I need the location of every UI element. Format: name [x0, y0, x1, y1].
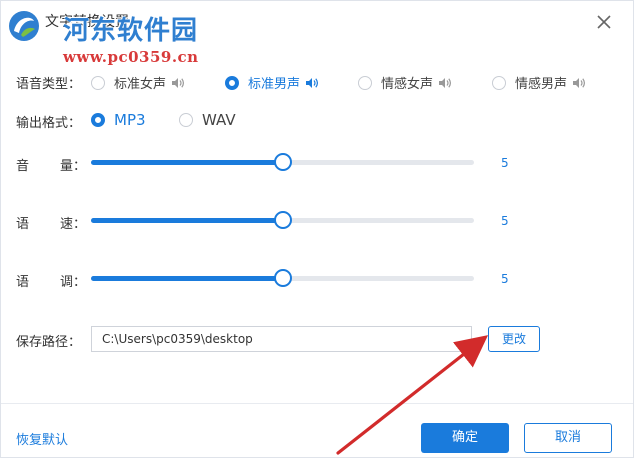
pitch-label-suffix: 调： — [60, 275, 87, 290]
pitch-value: 5 — [501, 272, 509, 286]
slider-fill — [91, 160, 283, 165]
slider-fill — [91, 218, 283, 223]
close-icon — [597, 15, 611, 29]
voice-option-emotional-male[interactable]: 情感男声 — [492, 73, 586, 92]
speed-label-suffix: 速： — [60, 217, 87, 232]
voice-option-label: 情感女声 — [381, 77, 434, 92]
format-option-label: WAV — [202, 111, 236, 129]
annotation-arrow — [336, 335, 489, 455]
speaker-icon — [439, 77, 452, 88]
format-option-wav[interactable]: WAV — [179, 111, 236, 129]
footer-divider — [1, 403, 633, 404]
format-option-mp3[interactable]: MP3 — [91, 111, 146, 129]
radio-indicator — [91, 113, 105, 127]
voice-option-emotional-female[interactable]: 情感女声 — [358, 73, 452, 92]
close-button[interactable] — [593, 11, 615, 33]
restore-defaults-link[interactable]: 恢复默认 — [16, 429, 68, 448]
save-path-label: 保存路径： — [16, 335, 82, 350]
speed-slider[interactable] — [91, 211, 474, 229]
radio-indicator — [91, 75, 105, 90]
change-path-button[interactable]: 更改 — [488, 326, 540, 352]
pitch-label-char: 语 — [16, 275, 30, 290]
voice-type-label: 语音类型： — [16, 77, 82, 92]
save-path-input[interactable]: C:\Users\pc0359\desktop — [91, 326, 472, 352]
cancel-button[interactable]: 取消 — [524, 423, 612, 453]
site-logo-icon — [9, 11, 39, 41]
ok-button[interactable]: 确定 — [421, 423, 509, 453]
slider-thumb[interactable] — [273, 153, 292, 171]
speed-value: 5 — [501, 214, 509, 228]
voice-settings-dialog: 文字转换设置 河东软件园 www.pc0359.cn 语音类型： 标准女声 标准… — [0, 0, 634, 458]
voice-option-label: 标准女声 — [114, 77, 167, 92]
voice-option-standard-female[interactable]: 标准女声 — [91, 73, 185, 92]
speed-label-char: 语 — [16, 217, 30, 232]
volume-slider[interactable] — [91, 153, 474, 171]
slider-fill — [91, 276, 283, 281]
radio-indicator — [492, 75, 506, 90]
watermark-site-url: www.pc0359.cn — [63, 48, 199, 66]
speaker-icon — [573, 77, 586, 88]
output-format-label: 输出格式： — [16, 116, 82, 131]
volume-label-suffix: 量： — [60, 159, 87, 174]
speaker-icon — [172, 77, 185, 88]
format-option-label: MP3 — [114, 111, 146, 129]
slider-thumb[interactable] — [273, 211, 292, 229]
volume-value: 5 — [501, 156, 509, 170]
slider-thumb[interactable] — [273, 269, 292, 287]
radio-indicator — [179, 113, 193, 127]
pitch-slider[interactable] — [91, 269, 474, 287]
watermark-site-name: 河东软件园 — [63, 16, 199, 46]
volume-label-char: 音 — [16, 159, 30, 174]
radio-indicator — [225, 75, 239, 90]
voice-option-label: 标准男声 — [248, 77, 301, 92]
voice-option-standard-male[interactable]: 标准男声 — [225, 73, 319, 92]
voice-option-label: 情感男声 — [515, 77, 568, 92]
radio-indicator — [358, 75, 372, 90]
speaker-icon — [306, 77, 319, 88]
